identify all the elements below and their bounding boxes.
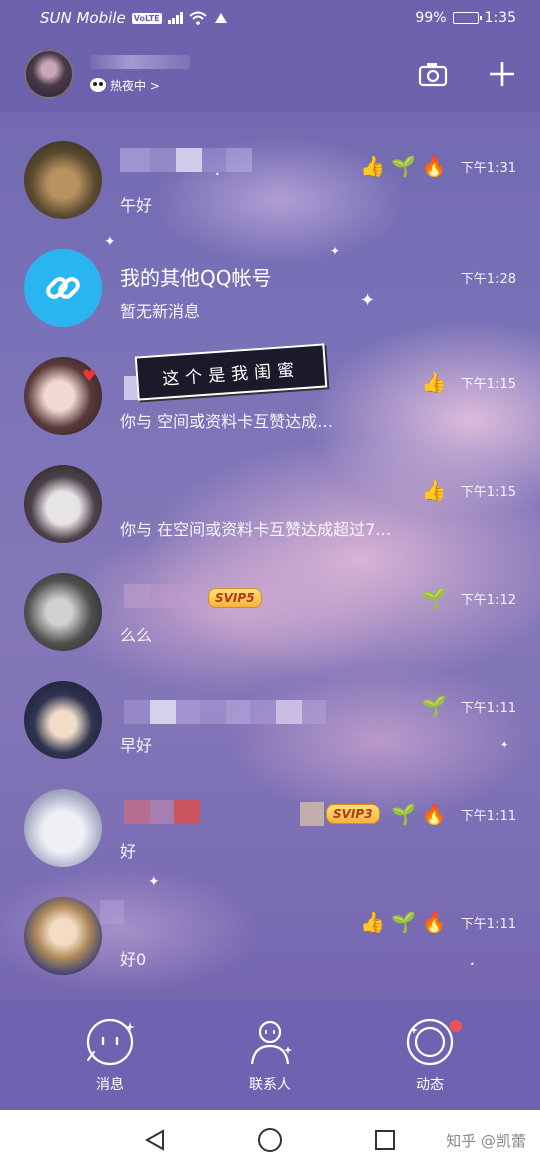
last-message: 你与 在空间或资料卡互赞达成超过7…	[120, 520, 392, 539]
back-triangle-icon[interactable]	[143, 1128, 167, 1152]
last-message: 么么	[120, 626, 153, 645]
online-status[interactable]: 热夜中 >	[90, 77, 418, 94]
conversation-item[interactable]: SVIP3 好 🌱 🔥 下午1:11	[0, 774, 540, 882]
online-status-text: 热夜中 >	[110, 78, 160, 93]
message-time: 下午1:15	[460, 376, 516, 392]
message-time: 下午1:28	[460, 272, 516, 287]
last-message: 好	[120, 842, 137, 861]
conversation-meta: 👍 🌱 🔥 下午1:31	[360, 156, 516, 176]
battery-percent: 99%	[415, 10, 447, 26]
avatar	[24, 789, 102, 867]
conversation-meta: 🌱 下午1:12	[422, 588, 516, 608]
thumbs-up-icon: 👍	[360, 154, 385, 178]
signal-icon	[167, 12, 183, 24]
tab-label: 消息	[96, 1077, 124, 1093]
recents-square-icon[interactable]	[373, 1128, 397, 1152]
carrier-area: SUN Mobile VoLTE	[40, 9, 415, 27]
nfc-icon	[214, 13, 227, 23]
sprout-icon: 🌱	[421, 694, 447, 718]
message-time: 下午1:11	[460, 808, 516, 824]
volte-badge: VoLTE	[131, 12, 162, 24]
conversation-item[interactable]: 好0 👍 🌱 🔥 下午1:11	[0, 882, 540, 990]
avatar	[24, 681, 102, 759]
svip-badge: SVIP5	[208, 588, 262, 608]
message-time: 下午1:31	[460, 160, 516, 176]
avatar	[24, 573, 102, 651]
message-time: 下午1:12	[460, 592, 516, 608]
last-message: 午好	[120, 196, 153, 215]
contacts-icon	[250, 1020, 292, 1065]
conversation-meta: 🌱 🔥 下午1:11	[391, 804, 516, 824]
last-message: 你与 空间或资料卡互赞达成…	[120, 412, 334, 431]
clock: 1:35	[484, 10, 516, 26]
panda-icon	[90, 78, 106, 92]
sprout-icon: 🌱	[390, 154, 416, 178]
avatar	[24, 249, 102, 327]
header: 热夜中 >	[0, 36, 540, 112]
conversation-meta: 👍 下午1:15	[422, 372, 516, 392]
avatar	[24, 141, 102, 219]
blurred-name	[124, 800, 200, 824]
tab-contacts[interactable]: 联系人	[220, 1016, 320, 1094]
wifi-icon	[188, 11, 207, 25]
tab-label: 联系人	[249, 1077, 291, 1093]
conversation-meta: 👍 下午1:15	[422, 480, 516, 500]
message-time: 下午1:11	[460, 700, 516, 716]
carrier-name: SUN Mobile	[40, 9, 126, 27]
watermark: 知乎 @凯蕾	[446, 1132, 526, 1150]
last-message: 好0	[120, 950, 147, 969]
moon-icon	[406, 1018, 454, 1066]
tab-feeds[interactable]: 动态	[380, 1016, 480, 1094]
header-actions	[418, 60, 516, 88]
last-message: 早好	[120, 736, 153, 755]
thumbs-up-icon: 👍	[421, 478, 447, 502]
system-nav-bar: 知乎 @凯蕾	[0, 1110, 540, 1170]
avatar	[24, 465, 102, 543]
link-icon	[46, 277, 80, 299]
thumbs-up-icon: 👍	[360, 910, 385, 934]
plus-icon[interactable]	[488, 60, 516, 88]
my-avatar[interactable]	[24, 49, 74, 99]
blurred-name	[100, 900, 124, 924]
thumbs-up-icon: 👍	[421, 370, 447, 394]
conversation-item[interactable]: 我的其他QQ帐号 暂无新消息 下午1:28	[0, 234, 540, 342]
conversation-meta: 🌱 下午1:11	[422, 696, 516, 716]
sprout-icon: 🌱	[390, 802, 416, 826]
conversation-item[interactable]: SVIP5 么么 🌱 下午1:12	[0, 558, 540, 666]
conversation-item[interactable]: 早好 🌱 下午1:11	[0, 666, 540, 774]
tab-messages[interactable]: 消息	[60, 1016, 160, 1094]
fire-icon: 🔥	[421, 154, 447, 178]
blurred-name	[124, 700, 326, 724]
conversation-meta: 下午1:28	[453, 268, 516, 287]
message-time: 下午1:11	[460, 916, 516, 932]
blurred-username	[90, 54, 190, 69]
blurred-name	[124, 584, 202, 608]
last-message: 暂无新消息	[120, 302, 201, 321]
camera-icon[interactable]	[418, 61, 448, 87]
blurred-name	[120, 148, 252, 172]
battery-icon	[452, 12, 482, 24]
message-time: 下午1:15	[460, 484, 516, 500]
fire-icon: 🔥	[421, 910, 447, 934]
sprout-icon: 🌱	[421, 586, 447, 610]
conversation-item[interactable]: 你与 在空间或资料卡互赞达成超过7… 👍 下午1:15	[0, 450, 540, 558]
fire-icon: 🔥	[421, 802, 447, 826]
conversation-meta: 👍 🌱 🔥 下午1:11	[360, 912, 516, 932]
svip-badge: SVIP3	[326, 804, 380, 824]
profile-info[interactable]: 热夜中 >	[90, 54, 418, 94]
avatar	[24, 897, 102, 975]
bottom-tab-bar: 消息 联系人 动态	[0, 1000, 540, 1110]
face-icon	[86, 1018, 135, 1066]
heart-icon: ♥	[82, 366, 97, 385]
status-bar: SUN Mobile VoLTE 99% 1:35	[0, 0, 540, 36]
conversation-item[interactable]: 午好 👍 🌱 🔥 下午1:31	[0, 126, 540, 234]
tab-label: 动态	[416, 1077, 444, 1093]
sprout-icon: 🌱	[390, 910, 416, 934]
conversation-name: 我的其他QQ帐号	[120, 266, 272, 290]
status-right: 99% 1:35	[415, 10, 516, 26]
home-circle-icon[interactable]	[257, 1127, 283, 1153]
blurred-tag	[300, 802, 324, 826]
notification-dot	[450, 1020, 462, 1032]
